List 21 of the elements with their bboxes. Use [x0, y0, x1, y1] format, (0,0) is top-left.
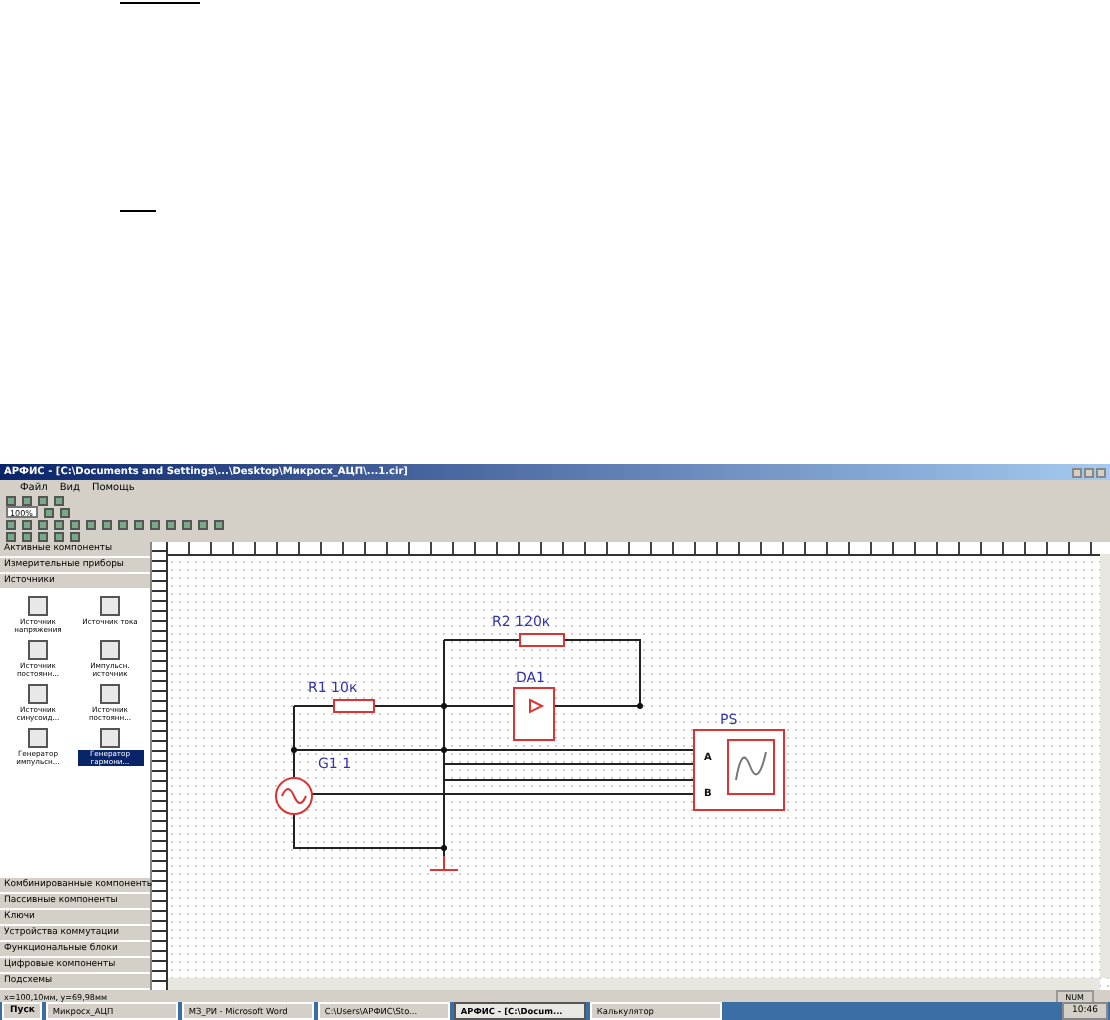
junction-dot	[637, 703, 643, 709]
component-icon[interactable]	[100, 596, 120, 616]
component-icon[interactable]	[28, 596, 48, 616]
junction-dot	[441, 747, 447, 753]
oscilloscope-symbol[interactable]	[693, 729, 785, 811]
ground-symbol	[429, 855, 459, 871]
sine-source-symbol[interactable]	[275, 777, 313, 815]
component-icon[interactable]	[28, 728, 48, 748]
vertical-scrollbar[interactable]	[1100, 554, 1110, 978]
horizontal-scrollbar[interactable]	[168, 978, 1100, 990]
component-icon[interactable]	[100, 728, 120, 748]
component-icon[interactable]	[100, 684, 120, 704]
component-icon[interactable]	[28, 640, 48, 660]
component-icon[interactable]	[28, 684, 48, 704]
junction-dot	[441, 703, 447, 709]
junction-dot	[291, 747, 297, 753]
opamp-symbol[interactable]	[513, 687, 555, 741]
resistor-symbol[interactable]	[333, 699, 375, 713]
resistor-symbol[interactable]	[519, 633, 565, 647]
component-icon[interactable]	[100, 640, 120, 660]
junction-dot	[441, 845, 447, 851]
